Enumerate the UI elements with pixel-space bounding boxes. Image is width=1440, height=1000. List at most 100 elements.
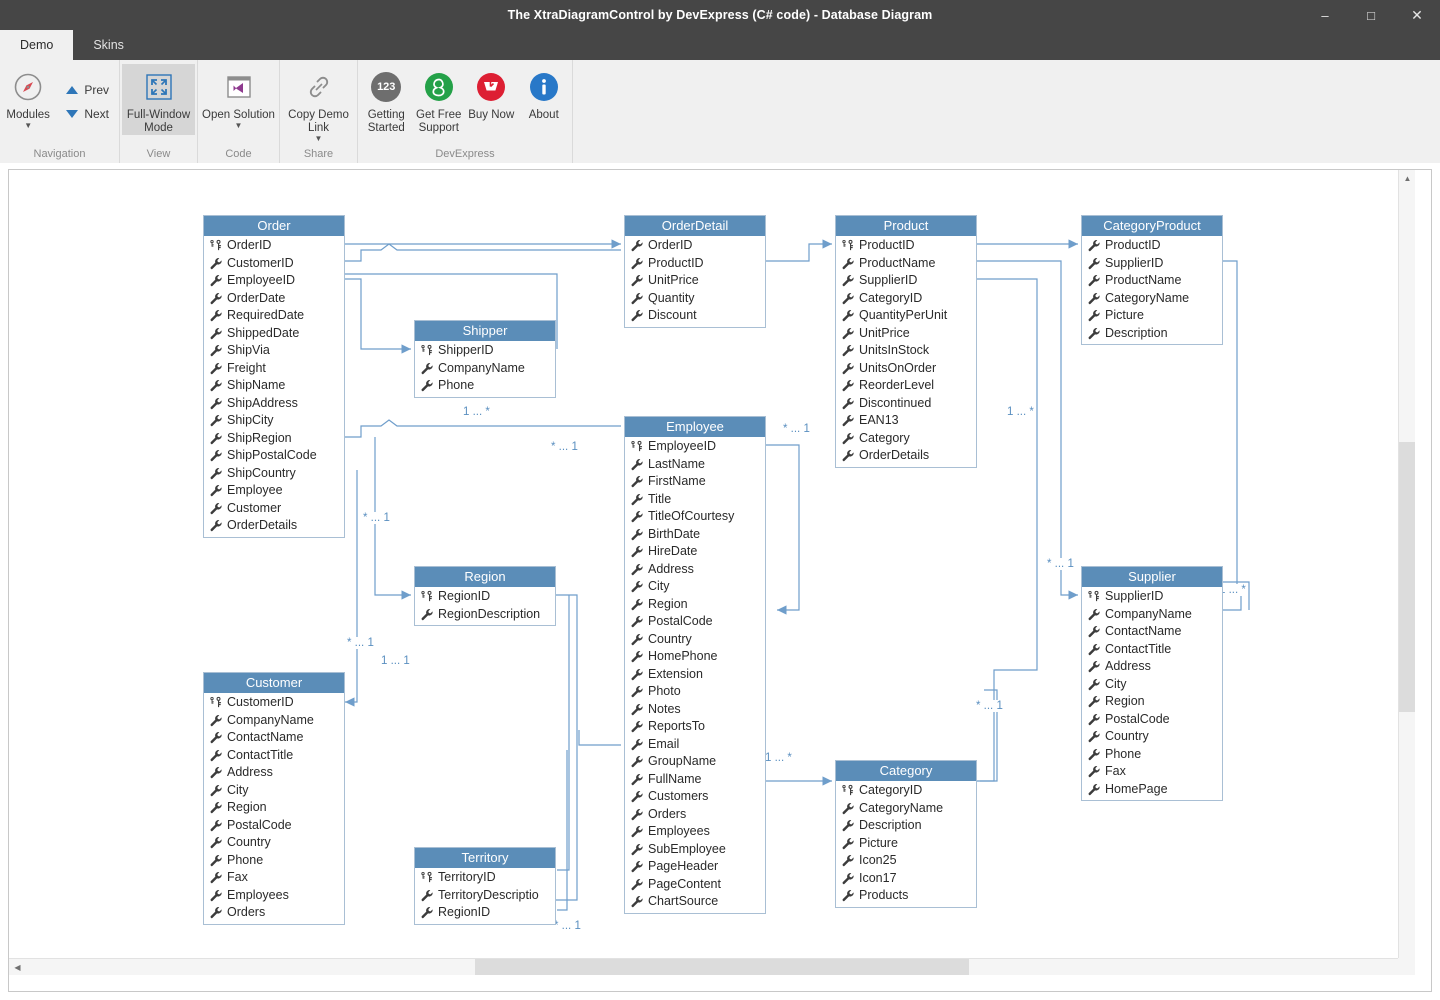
table-field[interactable]: PageHeader bbox=[625, 858, 765, 876]
table-field[interactable]: Discount bbox=[625, 307, 765, 325]
table-field[interactable]: OrderID bbox=[625, 237, 765, 255]
table-field[interactable]: CategoryID bbox=[836, 782, 976, 800]
table-field[interactable]: City bbox=[625, 578, 765, 596]
prev-button[interactable]: Prev bbox=[58, 78, 117, 102]
table-field[interactable]: ShipVia bbox=[204, 342, 344, 360]
diagram-canvas[interactable]: OrderOrderIDCustomerIDEmployeeIDOrderDat… bbox=[9, 170, 1415, 975]
table-field[interactable]: Photo bbox=[625, 683, 765, 701]
copy-demo-link-button[interactable]: Copy Demo Link ▼ bbox=[282, 64, 355, 142]
table-field[interactable]: HomePhone bbox=[625, 648, 765, 666]
table-field[interactable]: ChartSource bbox=[625, 893, 765, 911]
table-field[interactable]: ProductName bbox=[1082, 272, 1222, 290]
table-field[interactable]: City bbox=[204, 782, 344, 800]
maximize-button[interactable]: □ bbox=[1348, 0, 1394, 30]
table-field[interactable]: BirthDate bbox=[625, 526, 765, 544]
table-field[interactable]: ProductID bbox=[836, 237, 976, 255]
table-field[interactable]: CustomerID bbox=[204, 255, 344, 273]
modules-button[interactable]: Modules ▼ bbox=[2, 64, 54, 129]
table-field[interactable]: Region bbox=[204, 799, 344, 817]
table-field[interactable]: Phone bbox=[204, 852, 344, 870]
table-field[interactable]: CategoryName bbox=[1082, 290, 1222, 308]
table-field[interactable]: Region bbox=[1082, 693, 1222, 711]
table-field[interactable]: SupplierID bbox=[1082, 588, 1222, 606]
table-field[interactable]: HomePage bbox=[1082, 781, 1222, 799]
chevron-down-icon[interactable]: ▼ bbox=[315, 136, 323, 142]
table-field[interactable]: ShipAddress bbox=[204, 395, 344, 413]
table-field[interactable]: EAN13 bbox=[836, 412, 976, 430]
table-field[interactable]: Freight bbox=[204, 360, 344, 378]
table-shipper[interactable]: ShipperShipperIDCompanyNamePhone bbox=[414, 320, 556, 398]
table-field[interactable]: Orders bbox=[204, 904, 344, 922]
table-field[interactable]: Description bbox=[836, 817, 976, 835]
table-field[interactable]: Picture bbox=[836, 835, 976, 853]
table-field[interactable]: Quantity bbox=[625, 290, 765, 308]
chevron-down-icon[interactable]: ▼ bbox=[24, 123, 32, 129]
table-field[interactable]: Icon17 bbox=[836, 870, 976, 888]
table-field[interactable]: Extension bbox=[625, 666, 765, 684]
table-field[interactable]: ShipCountry bbox=[204, 465, 344, 483]
tab-demo[interactable]: Demo bbox=[0, 30, 73, 60]
table-field[interactable]: Customers bbox=[625, 788, 765, 806]
table-field[interactable]: PostalCode bbox=[1082, 711, 1222, 729]
table-field[interactable]: SubEmployee bbox=[625, 841, 765, 859]
table-field[interactable]: PageContent bbox=[625, 876, 765, 894]
table-field[interactable]: Customer bbox=[204, 500, 344, 518]
table-field[interactable]: HireDate bbox=[625, 543, 765, 561]
full-window-mode-button[interactable]: Full-Window Mode bbox=[122, 64, 195, 135]
table-categoryproduct[interactable]: CategoryProductProductIDSupplierIDProduc… bbox=[1081, 215, 1223, 345]
tab-skins[interactable]: Skins bbox=[73, 30, 144, 60]
table-customer[interactable]: CustomerCustomerIDCompanyNameContactName… bbox=[203, 672, 345, 925]
table-field[interactable]: QuantityPerUnit bbox=[836, 307, 976, 325]
table-field[interactable]: OrderDetails bbox=[204, 517, 344, 535]
table-field[interactable]: ContactName bbox=[1082, 623, 1222, 641]
table-field[interactable]: Employee bbox=[204, 482, 344, 500]
table-field[interactable]: Discontinued bbox=[836, 395, 976, 413]
table-field[interactable]: City bbox=[1082, 676, 1222, 694]
table-field[interactable]: ReportsTo bbox=[625, 718, 765, 736]
table-field[interactable]: Phone bbox=[415, 377, 555, 395]
table-field[interactable]: Fax bbox=[204, 869, 344, 887]
table-field[interactable]: FirstName bbox=[625, 473, 765, 491]
getting-started-button[interactable]: 123 Getting Started bbox=[360, 64, 413, 135]
table-field[interactable]: SupplierID bbox=[836, 272, 976, 290]
table-field[interactable]: Employees bbox=[625, 823, 765, 841]
table-field[interactable]: TitleOfCourtesy bbox=[625, 508, 765, 526]
table-product[interactable]: ProductProductIDProductNameSupplierIDCat… bbox=[835, 215, 977, 468]
table-field[interactable]: OrderDetails bbox=[836, 447, 976, 465]
table-field[interactable]: CompanyName bbox=[204, 712, 344, 730]
table-field[interactable]: EmployeeID bbox=[625, 438, 765, 456]
table-field[interactable]: TerritoryID bbox=[415, 869, 555, 887]
table-field[interactable]: ShipPostalCode bbox=[204, 447, 344, 465]
table-field[interactable]: UnitPrice bbox=[836, 325, 976, 343]
table-field[interactable]: Description bbox=[1082, 325, 1222, 343]
table-order[interactable]: OrderOrderIDCustomerIDEmployeeIDOrderDat… bbox=[203, 215, 345, 538]
table-field[interactable]: Phone bbox=[1082, 746, 1222, 764]
buy-now-button[interactable]: Buy Now bbox=[465, 64, 518, 122]
table-field[interactable]: ShipperID bbox=[415, 342, 555, 360]
table-field[interactable]: Fax bbox=[1082, 763, 1222, 781]
table-field[interactable]: Icon25 bbox=[836, 852, 976, 870]
table-field[interactable]: UnitsInStock bbox=[836, 342, 976, 360]
table-field[interactable]: ContactTitle bbox=[1082, 641, 1222, 659]
table-field[interactable]: Address bbox=[1082, 658, 1222, 676]
table-field[interactable]: ProductID bbox=[1082, 237, 1222, 255]
table-field[interactable]: Address bbox=[204, 764, 344, 782]
table-category[interactable]: CategoryCategoryIDCategoryNameDescriptio… bbox=[835, 760, 977, 908]
table-field[interactable]: ProductID bbox=[625, 255, 765, 273]
about-button[interactable]: About bbox=[518, 64, 571, 122]
table-region[interactable]: RegionRegionIDRegionDescription bbox=[414, 566, 556, 626]
table-field[interactable]: CategoryName bbox=[836, 800, 976, 818]
table-field[interactable]: Address bbox=[625, 561, 765, 579]
table-field[interactable]: UnitPrice bbox=[625, 272, 765, 290]
table-field[interactable]: Country bbox=[204, 834, 344, 852]
table-field[interactable]: RegionID bbox=[415, 904, 555, 922]
table-field[interactable]: ProductName bbox=[836, 255, 976, 273]
table-field[interactable]: Region bbox=[625, 596, 765, 614]
table-field[interactable]: Employees bbox=[204, 887, 344, 905]
table-field[interactable]: ShipName bbox=[204, 377, 344, 395]
chevron-down-icon[interactable]: ▼ bbox=[235, 123, 243, 129]
table-supplier[interactable]: SupplierSupplierIDCompanyNameContactName… bbox=[1081, 566, 1223, 801]
table-field[interactable]: GroupName bbox=[625, 753, 765, 771]
table-field[interactable]: OrderID bbox=[204, 237, 344, 255]
table-orderdetail[interactable]: OrderDetailOrderIDProductIDUnitPriceQuan… bbox=[624, 215, 766, 328]
